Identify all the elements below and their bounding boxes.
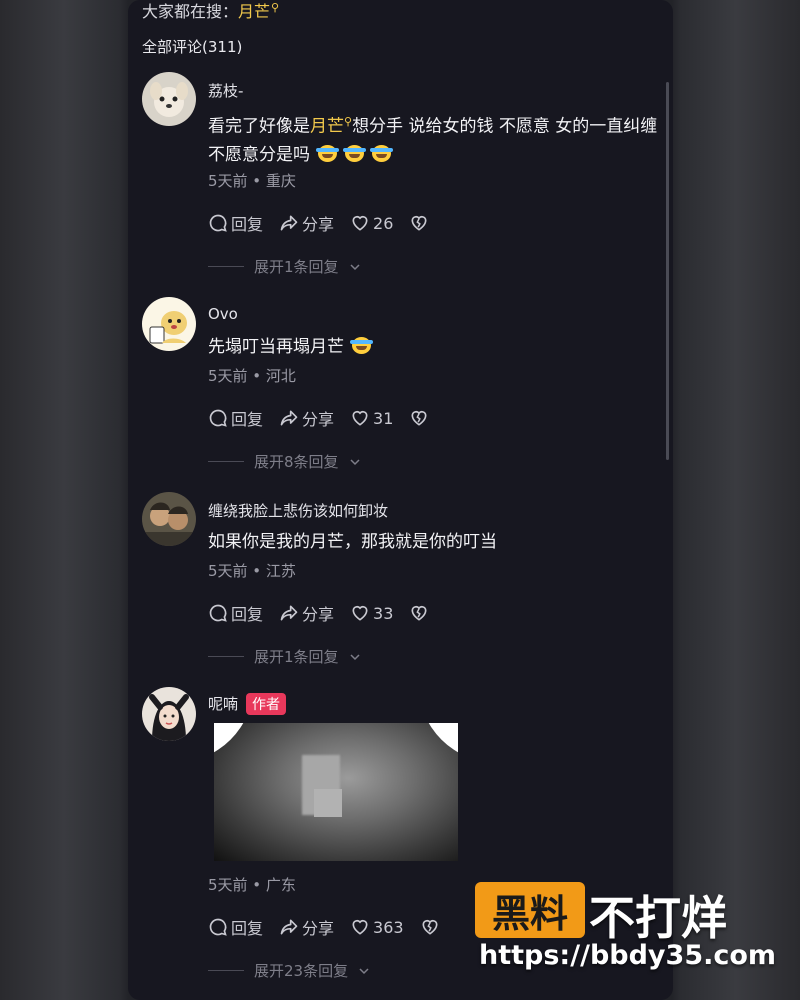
share-icon <box>280 410 298 426</box>
reply-icon <box>209 918 227 936</box>
avatar[interactable] <box>142 492 196 546</box>
username[interactable]: 荔枝- <box>208 80 243 101</box>
comments-count: 全部评论(311) <box>142 38 243 56</box>
avatar[interactable] <box>142 687 196 741</box>
search-icon: ⚲ <box>344 115 353 128</box>
dislike-button[interactable] <box>420 915 440 939</box>
watermark-logo: 黑料 <box>475 882 585 938</box>
comment-meta: 5天前 • 江苏 <box>208 562 296 580</box>
chevron-down-icon <box>350 458 360 465</box>
like-button[interactable]: 26 <box>350 211 393 235</box>
avatar[interactable] <box>142 297 196 351</box>
share-button[interactable]: 分享 <box>279 406 334 430</box>
author-badge: 作者 <box>246 693 287 715</box>
divider-line <box>208 970 244 971</box>
watermark: 黑料 不打烊 https://bbdy35.com <box>475 882 800 972</box>
search-suggestion[interactable]: 大家都在搜：月芒⚲ <box>142 0 279 22</box>
blurred-region <box>314 789 342 817</box>
like-button[interactable]: 31 <box>350 406 393 430</box>
reply-button[interactable]: 回复 <box>208 211 263 235</box>
broken-heart-icon <box>411 215 427 231</box>
dislike-button[interactable] <box>409 601 429 625</box>
share-button[interactable]: 分享 <box>279 601 334 625</box>
share-icon <box>280 215 298 231</box>
chevron-down-icon <box>350 653 360 660</box>
like-button[interactable]: 363 <box>350 915 404 939</box>
share-icon <box>280 605 298 621</box>
comment-actions: 回复 分享 26 <box>208 211 429 235</box>
reply-icon <box>209 409 227 427</box>
heart-icon <box>352 215 368 231</box>
laugh-cry-emoji-icon <box>350 337 373 354</box>
share-button[interactable]: 分享 <box>279 211 334 235</box>
expand-replies-button[interactable]: 展开8条回复 <box>208 451 361 472</box>
expand-replies-button[interactable]: 展开1条回复 <box>208 256 361 277</box>
comment-actions: 回复 分享 33 <box>208 601 429 625</box>
chevron-down-icon <box>359 967 369 974</box>
broken-heart-icon <box>411 410 427 426</box>
reply-button[interactable]: 回复 <box>208 601 263 625</box>
comment-meta: 5天前 • 重庆 <box>208 172 296 190</box>
reply-icon <box>209 214 227 232</box>
expand-replies-button[interactable]: 展开1条回复 <box>208 646 361 667</box>
keyword-link[interactable]: 月芒 <box>310 117 344 137</box>
share-icon <box>280 919 298 935</box>
divider-line <box>208 656 244 657</box>
comments-panel: 大家都在搜：月芒⚲ 全部评论(311) 荔枝- 看完了好像是月芒⚲想分手 说给女… <box>128 0 673 1000</box>
heart-icon <box>352 410 368 426</box>
avatar[interactable] <box>142 72 196 126</box>
comment-meta: 5天前 • 河北 <box>208 367 296 385</box>
laugh-cry-emoji-icon <box>343 144 366 162</box>
heart-icon <box>352 919 368 935</box>
laugh-cry-emoji-icon <box>370 144 393 162</box>
dislike-button[interactable] <box>409 211 429 235</box>
scrollbar[interactable] <box>666 82 669 460</box>
comment-text: 看完了好像是月芒⚲想分手 说给女的钱 不愿意 女的一直纠缠不愿意分是吗 <box>208 115 658 165</box>
reply-button[interactable]: 回复 <box>208 915 263 939</box>
reply-icon <box>209 604 227 622</box>
reply-button[interactable]: 回复 <box>208 406 263 430</box>
search-prefix: 大家都在搜： <box>142 2 239 21</box>
comment-text: 先塌叮当再塌月芒 <box>208 333 658 361</box>
comment-image[interactable] <box>214 723 458 861</box>
search-icon: ⚲ <box>271 0 280 14</box>
comment-actions: 回复 分享 363 <box>208 915 440 939</box>
username[interactable]: 呢喃 作者 <box>208 693 287 715</box>
expand-replies-button[interactable]: 展开23条回复 <box>208 960 370 981</box>
comment-text: 如果你是我的月芒，那我就是你的叮当 <box>208 532 497 552</box>
username[interactable]: Ovo <box>208 305 238 323</box>
watermark-name: 不打烊 <box>589 891 727 945</box>
fisheye-corner <box>418 723 458 763</box>
broken-heart-icon <box>422 919 438 935</box>
chevron-down-icon <box>350 263 360 270</box>
divider-line <box>208 266 244 267</box>
comment-actions: 回复 分享 31 <box>208 406 429 430</box>
broken-heart-icon <box>411 605 427 621</box>
like-button[interactable]: 33 <box>350 601 393 625</box>
heart-icon <box>352 605 368 621</box>
username[interactable]: 缠绕我脸上悲伤该如何卸妆 <box>208 500 388 521</box>
dislike-button[interactable] <box>409 406 429 430</box>
watermark-url: https://bbdy35.com <box>479 940 777 971</box>
search-keyword[interactable]: 月芒 <box>238 2 270 21</box>
comment-meta: 5天前 • 广东 <box>208 876 296 894</box>
divider-line <box>208 461 244 462</box>
fisheye-corner <box>214 723 254 763</box>
share-button[interactable]: 分享 <box>279 915 334 939</box>
laugh-cry-emoji-icon <box>316 144 339 162</box>
